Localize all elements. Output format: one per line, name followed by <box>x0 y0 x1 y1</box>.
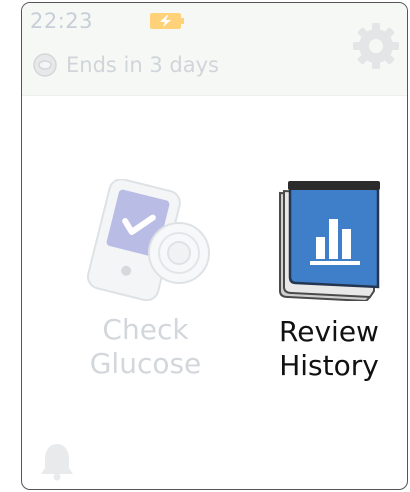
status-bar: 22:23 Ends in 3 days <box>22 3 407 96</box>
check-glucose-button[interactable]: Check Glucose <box>58 179 233 381</box>
battery-charging-icon <box>150 13 184 29</box>
review-history-button[interactable]: Review History <box>249 179 407 383</box>
history-notebook-icon <box>279 181 380 301</box>
bell-icon[interactable] <box>39 441 75 481</box>
gear-icon[interactable] <box>351 21 401 71</box>
sensor-status: Ends in 3 days <box>32 52 219 78</box>
reader-sensor-icon <box>86 179 210 301</box>
sensor-icon <box>33 53 57 77</box>
device-screen: 22:23 Ends in 3 days Check Glucose Revie… <box>21 2 408 490</box>
review-history-label: Review History <box>279 315 379 382</box>
check-glucose-label: Check Glucose <box>89 313 202 380</box>
sensor-status-text: Ends in 3 days <box>66 53 219 77</box>
clock-time: 22:23 <box>30 9 94 33</box>
